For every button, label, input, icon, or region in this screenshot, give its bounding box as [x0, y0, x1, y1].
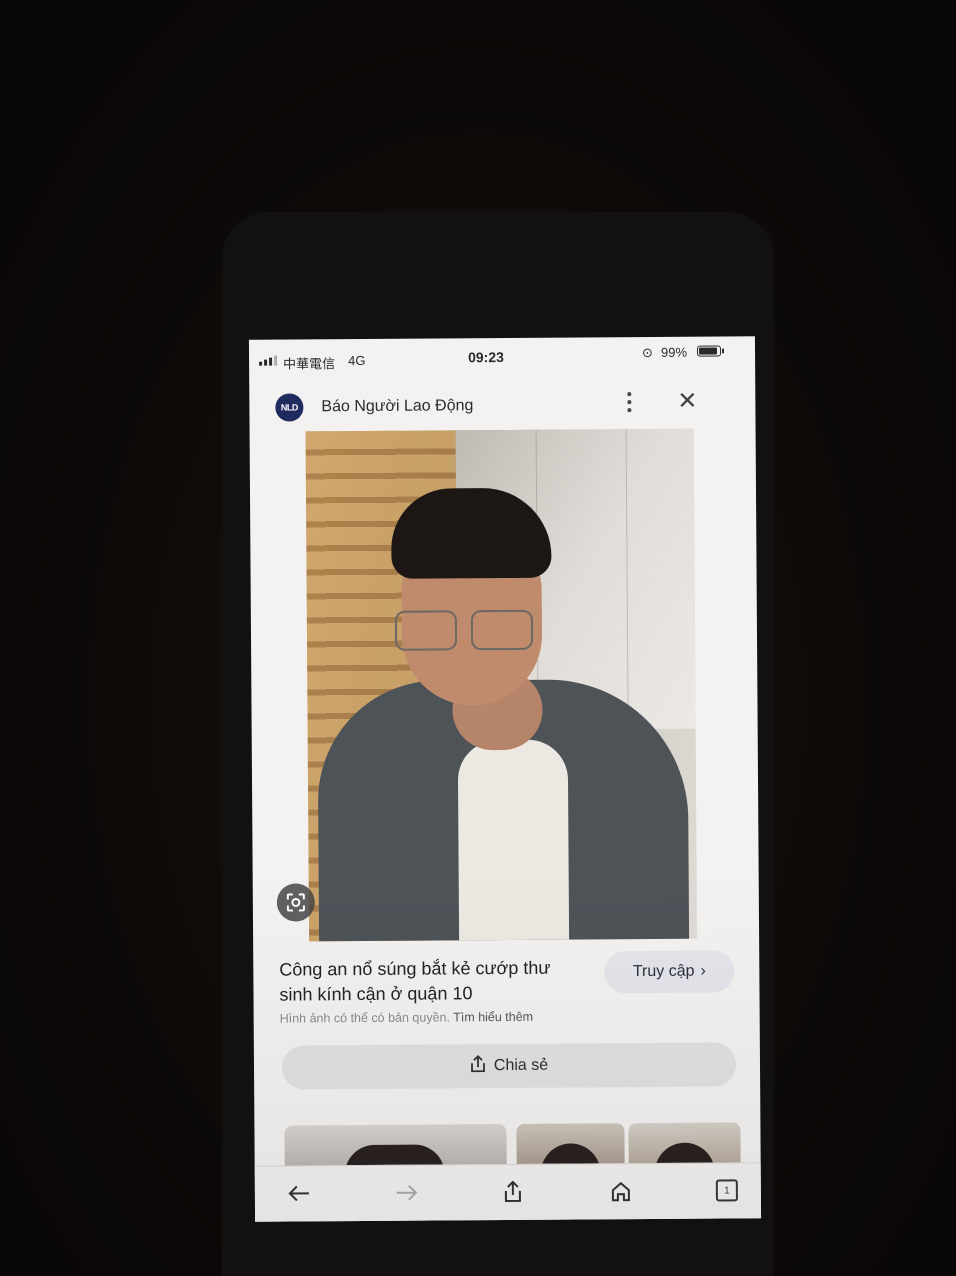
browser-toolbar: 1 — [254, 1162, 762, 1222]
related-thumbnail[interactable] — [516, 1123, 625, 1168]
home-icon[interactable] — [601, 1174, 641, 1208]
visit-button[interactable]: Truy cập › — [604, 950, 735, 994]
back-icon[interactable] — [279, 1176, 319, 1210]
battery-percent: 99% — [660, 344, 688, 360]
orientation-lock-icon: ⊙ — [641, 344, 653, 361]
copyright-text: Hình ảnh có thể có bản quyền. — [279, 1010, 450, 1026]
site-header: NLD Báo Người Lao Động ✕ — [249, 380, 755, 434]
more-options-icon[interactable] — [623, 387, 635, 417]
signal-icon — [259, 355, 278, 366]
status-bar: 中華電信 4G 09:23 ⊙ 99% — [249, 336, 755, 380]
result-title[interactable]: Công an nổ súng bắt kẻ cướp thư sinh kín… — [279, 955, 579, 1007]
chevron-right-icon: › — [700, 962, 706, 980]
photo-glasses — [394, 609, 543, 651]
visit-button-label: Truy cập — [632, 962, 695, 981]
lens-search-icon[interactable] — [276, 883, 315, 922]
site-logo[interactable]: NLD — [275, 393, 304, 422]
tab-count: 1 — [715, 1179, 738, 1202]
result-image[interactable] — [305, 428, 698, 942]
share-button[interactable]: Chia sẻ — [281, 1042, 737, 1090]
phone-screen: 中華電信 4G 09:23 ⊙ 99% NLD Báo Người Lao Độ… — [248, 336, 762, 1222]
copyright-note: Hình ảnh có thể có bản quyền. Tìm hiểu t… — [280, 1010, 533, 1026]
battery-icon — [696, 345, 722, 357]
photo-shirt — [457, 739, 570, 941]
tabs-icon[interactable]: 1 — [707, 1173, 747, 1207]
status-time: 09:23 — [467, 348, 504, 366]
carrier-label: 中華電信 — [283, 356, 336, 372]
learn-more-link[interactable]: Tìm hiểu thêm — [453, 1010, 533, 1025]
share-icon[interactable] — [493, 1175, 533, 1209]
forward-icon[interactable] — [387, 1176, 427, 1210]
share-icon — [470, 1054, 486, 1078]
network-label: 4G — [348, 352, 366, 369]
share-button-label: Chia sẻ — [493, 1056, 549, 1075]
related-thumbnail[interactable] — [628, 1122, 741, 1168]
site-name[interactable]: Báo Người Lao Động — [321, 397, 473, 416]
related-thumbnail[interactable] — [284, 1123, 507, 1170]
close-icon[interactable]: ✕ — [677, 387, 697, 416]
